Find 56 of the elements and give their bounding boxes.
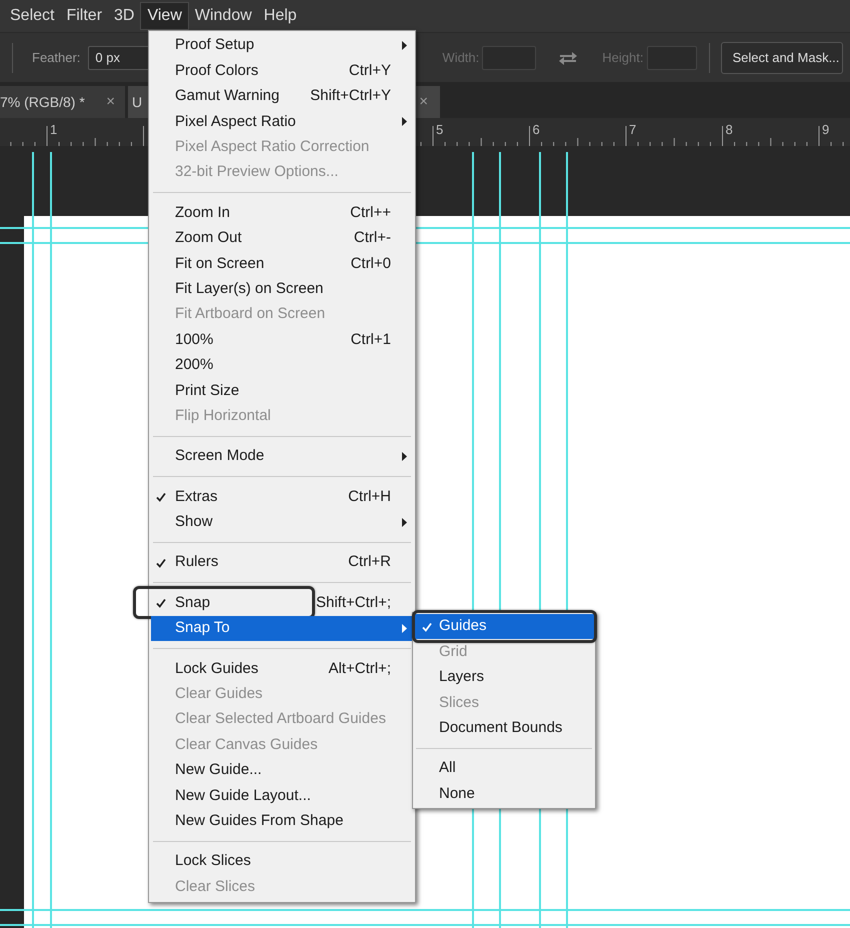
ruler-number: 5	[436, 121, 444, 139]
check-icon	[156, 598, 166, 608]
menu-bar-item[interactable]: 3D	[108, 2, 140, 30]
submenu-arrow-icon	[402, 117, 407, 126]
submenu-arrow-icon	[402, 624, 407, 633]
feather-label: Feather:	[32, 48, 80, 67]
menu-item[interactable]: Zoom Out Ctrl+-	[151, 226, 413, 252]
submenu-arrow-icon	[402, 41, 407, 50]
menu-item[interactable]: Lock Slices	[151, 848, 413, 874]
menu-item[interactable]: New Guide...	[151, 758, 413, 784]
menu-item[interactable]: Guides	[414, 614, 594, 640]
submenu-arrow-icon	[402, 452, 407, 461]
check-icon	[156, 492, 166, 502]
ruler-number: 1	[50, 121, 58, 139]
swap-icon[interactable]	[558, 50, 578, 66]
menu-item[interactable]: Print Size	[151, 378, 413, 404]
menu-item[interactable]: 200%	[151, 352, 413, 378]
ruler-number: 7	[629, 121, 636, 139]
menu-item[interactable]: Fit Layer(s) on Screen	[151, 276, 413, 302]
tab-title: U	[132, 92, 142, 112]
select-and-mask-button[interactable]: Select and Mask...	[721, 42, 844, 74]
ruler-number: 6	[532, 121, 540, 139]
menu-item[interactable]: New Guides From Shape	[151, 808, 413, 834]
menu-item[interactable]: Pixel Aspect Ratio	[151, 109, 413, 135]
width-field[interactable]	[482, 46, 536, 70]
menu-item[interactable]: Zoom In Ctrl++	[151, 200, 413, 226]
menu-bar-item[interactable]: Window	[188, 2, 258, 30]
menu-bar-item[interactable]: Filter	[60, 2, 108, 30]
menu-item[interactable]: 100% Ctrl+1	[151, 327, 413, 353]
width-label: Width:	[442, 48, 480, 67]
menu-item[interactable]: Snap To	[151, 616, 413, 642]
menu-item[interactable]: New Guide Layout...	[151, 783, 413, 809]
ruler-number: 9	[822, 121, 830, 139]
menu-item[interactable]: Gamut Warning Shift+Ctrl+Y	[151, 84, 413, 110]
menu-bar-item[interactable]: Help	[258, 2, 303, 30]
tab-title: 7% (RGB/8) *	[0, 92, 85, 112]
menu-item[interactable]: Rulers Ctrl+R	[151, 550, 413, 576]
tab-close[interactable]: ×	[106, 90, 115, 114]
menu-item[interactable]: Screen Mode	[151, 444, 413, 470]
menu-item[interactable]: Document Bounds	[414, 716, 594, 741]
submenu-arrow-icon	[402, 518, 407, 527]
ruler-number: 8	[726, 121, 733, 139]
menu-item[interactable]: All	[414, 756, 594, 782]
menu-item[interactable]: Layers	[414, 664, 594, 690]
menu-item[interactable]: None	[414, 781, 594, 807]
menu-item[interactable]: Lock Guides Alt+Ctrl+;	[151, 656, 413, 682]
menu-item[interactable]: Fit on Screen Ctrl+0	[151, 251, 413, 277]
check-icon	[422, 622, 432, 632]
height-field[interactable]	[647, 46, 698, 70]
document-tab[interactable]: 7% (RGB/8) * ×	[0, 86, 125, 118]
menu-bar-item[interactable]: View	[140, 2, 189, 30]
menu-item[interactable]: Show	[151, 510, 413, 536]
check-icon	[156, 558, 166, 568]
menu-bar-item[interactable]: Select	[4, 2, 60, 30]
menu-item[interactable]: Extras Ctrl+H	[151, 484, 413, 510]
height-label: Height:	[602, 48, 644, 67]
